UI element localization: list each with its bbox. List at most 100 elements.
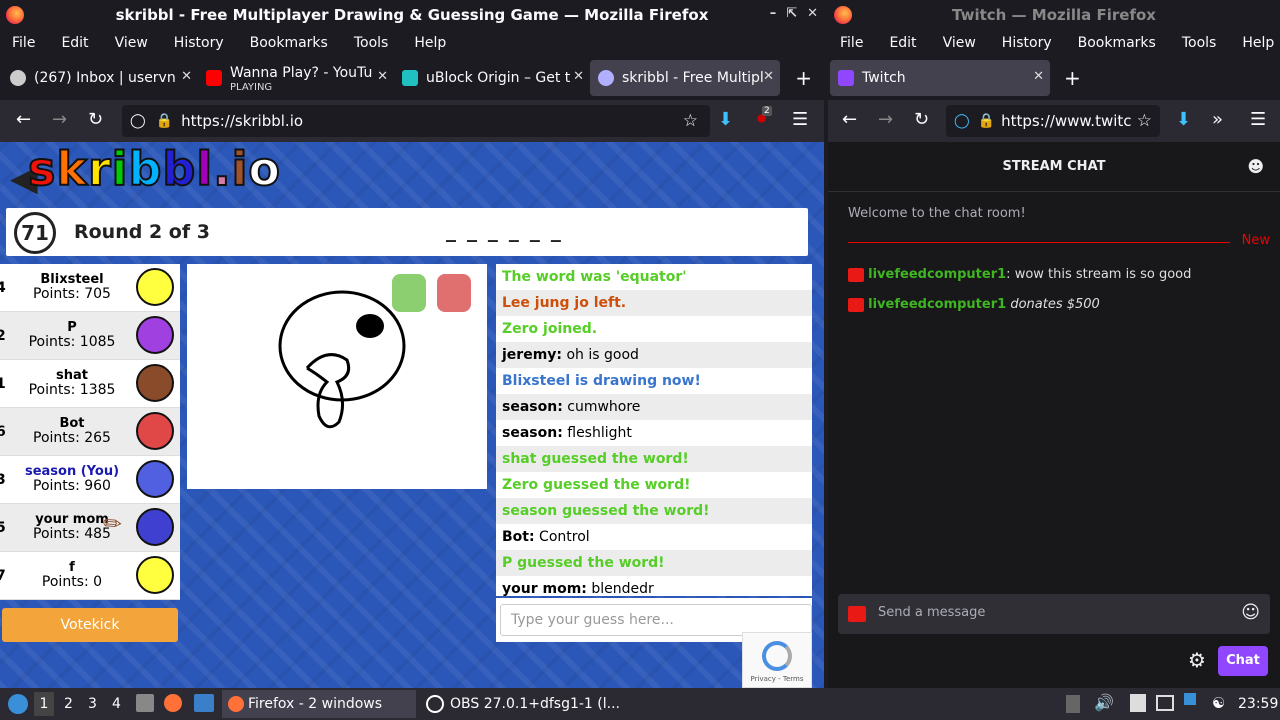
votekick-button[interactable]: Votekick [2,608,178,642]
download-icon[interactable]: ⬇ [1176,109,1191,130]
chat-message: season: fleshlight [496,420,812,446]
hamburger-menu-icon[interactable]: ☰ [1250,109,1266,130]
menu-help[interactable]: Help [1242,35,1274,51]
close-tab-icon[interactable]: ✕ [573,69,584,84]
start-menu-icon[interactable] [8,694,28,714]
minimize-icon[interactable]: – [770,6,777,21]
player-row[interactable]: 3 season (You) Points: 960 [0,456,180,504]
volume-icon[interactable]: 🔊 [1094,693,1114,712]
overflow-icon[interactable]: » [1212,109,1223,130]
file-manager-icon[interactable] [136,694,154,712]
menu-edit[interactable]: Edit [61,35,88,51]
chat-username[interactable]: livefeedcomputer1 [868,267,1006,282]
tab-twitch[interactable]: Twitch ✕ [830,60,1050,96]
settings-gear-icon[interactable]: ⚙ [1188,648,1206,672]
tab-youtube[interactable]: Wanna Play? - YouTu PLAYING ✕ [198,60,394,96]
bookmark-star-icon[interactable]: ☆ [683,111,698,131]
chat-message: Zero guessed the word! [502,477,691,493]
new-tab-icon[interactable]: + [795,66,812,90]
close-tab-icon[interactable]: ✕ [1033,69,1044,84]
menu-edit[interactable]: Edit [889,35,916,51]
tab-skribbl[interactable]: skribbl - Free Multipl ✕ [590,60,780,96]
menu-view[interactable]: View [115,35,148,51]
close-tab-icon[interactable]: ✕ [377,69,388,84]
network-icon[interactable]: ☯ [1212,694,1225,712]
chat-separator: : [1006,267,1015,282]
workspace-1[interactable]: 1 [34,692,54,716]
youtube-icon [206,70,222,86]
menu-file[interactable]: File [840,35,863,51]
workspace-2[interactable]: 2 [64,696,73,712]
tab-label: skribbl - Free Multipl [622,70,764,86]
recaptcha-badge[interactable]: Privacy - Terms [742,632,812,688]
player-avatar [136,316,174,354]
tab-strip: Twitch ✕ + [828,56,1280,100]
download-icon[interactable]: ⬇ [718,109,733,130]
url-text[interactable]: https://skribbl.io [181,112,303,130]
taskbar: 1 2 3 4 Firefox - 2 windows OBS 27.0.1+d… [0,688,1280,720]
bookmark-star-icon[interactable]: ☆ [1137,111,1152,131]
close-icon[interactable]: ✕ [807,6,818,21]
menu-tools[interactable]: Tools [354,35,389,51]
emote-icon[interactable]: ☺ [1241,602,1260,623]
close-tab-icon[interactable]: ✕ [181,69,192,84]
url-bar[interactable]: ◯ 🔒 https://www.twitc ☆ [946,105,1160,137]
menu-history[interactable]: History [174,35,224,51]
extension-badge: 2 [762,106,772,116]
player-row[interactable]: 4 Blixsteel Points: 705 [0,264,180,312]
taskbar-obs-label[interactable]: OBS 27.0.1+dfsg1-1 (l... [450,696,620,712]
menu-history[interactable]: History [1002,35,1052,51]
workspace-3[interactable]: 3 [88,696,97,712]
forward-icon[interactable]: → [52,109,67,130]
title-bar: Twitch — Mozilla Firefox [828,0,1280,30]
player-row[interactable]: 6 Bot Points: 265 [0,408,180,456]
send-message-input[interactable]: Send a message [878,605,985,620]
player-name: Blixsteel [40,272,104,287]
hamburger-menu-icon[interactable]: ☰ [792,109,808,130]
player-row[interactable]: 5 your mom Points: 485 ✎ [0,504,180,552]
send-message-box[interactable]: Send a message ☺ [838,594,1270,634]
reload-icon[interactable]: ↻ [88,109,103,130]
desktop-icon[interactable] [194,694,214,712]
reload-icon[interactable]: ↻ [914,109,929,130]
drawing-svg [278,274,471,429]
users-icon[interactable]: ☻ [1247,142,1264,192]
maximize-icon[interactable]: ⇱ [786,6,797,21]
nav-bar: ← → ↻ ◯ 🔒 https://www.twitc ☆ ⬇ » ☰ [828,100,1280,142]
thumbs-up-icon[interactable] [392,274,426,312]
drawing-canvas[interactable] [187,264,487,489]
tab-inbox[interactable]: (267) Inbox | uservn ✕ [2,60,198,96]
back-icon[interactable]: ← [16,109,31,130]
url-text[interactable]: https://www.twitc [1001,112,1131,130]
clipboard-icon[interactable] [1066,695,1080,713]
player-points: Points: 960 [33,478,111,494]
back-icon[interactable]: ← [842,109,857,130]
monitor-icon[interactable] [1156,695,1174,711]
chat-button[interactable]: Chat [1218,646,1268,676]
new-tab-icon[interactable]: + [1064,66,1081,90]
url-bar[interactable]: ◯ 🔒 https://skribbl.io ☆ [122,105,710,137]
shield-icon[interactable]: ◯ [130,113,146,129]
chat-username[interactable]: livefeedcomputer1 [868,297,1006,312]
menu-bookmarks[interactable]: Bookmarks [1078,35,1156,51]
player-points: Points: 1385 [28,382,116,398]
menu-view[interactable]: View [943,35,976,51]
menu-help[interactable]: Help [414,35,446,51]
close-tab-icon[interactable]: ✕ [763,69,774,84]
tab-ublock[interactable]: uBlock Origin – Get t ✕ [394,60,590,96]
player-row[interactable]: 7 f Points: 0 [0,552,180,600]
thumbs-down-icon[interactable] [437,274,471,312]
player-row[interactable]: 2 P Points: 1085 [0,312,180,360]
menu-file[interactable]: File [12,35,35,51]
player-row[interactable]: 1 shat Points: 1385 [0,360,180,408]
menu-tools[interactable]: Tools [1182,35,1217,51]
player-avatar [136,460,174,498]
notes-icon[interactable] [1130,694,1146,712]
updates-icon[interactable] [1184,693,1196,705]
forward-icon[interactable]: → [878,109,893,130]
workspace-4[interactable]: 4 [112,696,121,712]
menu-bookmarks[interactable]: Bookmarks [250,35,328,51]
taskbar-firefox-label[interactable]: Firefox - 2 windows [248,696,382,712]
shield-icon[interactable]: ◯ [954,113,970,129]
firefox-launcher-icon[interactable] [164,694,182,712]
